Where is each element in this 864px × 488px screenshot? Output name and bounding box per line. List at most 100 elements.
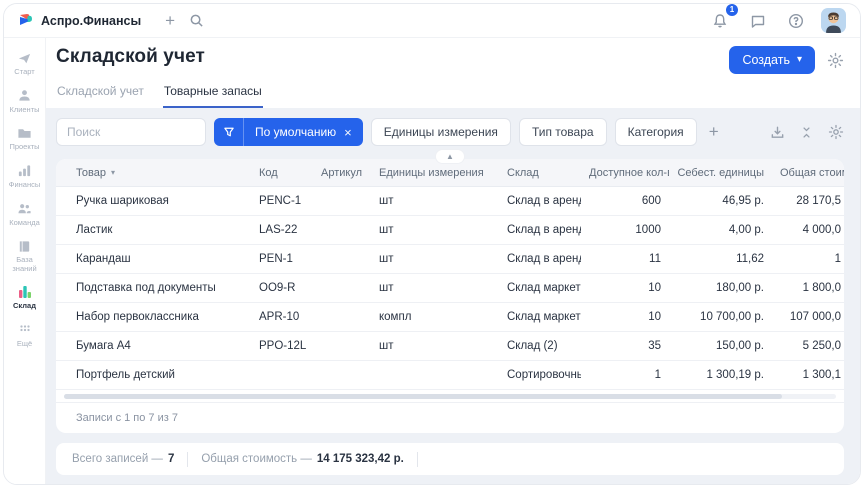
- sidebar-item-team[interactable]: Команда: [4, 199, 46, 230]
- horizontal-scrollbar[interactable]: [64, 394, 836, 399]
- table-row[interactable]: ЛастикLAS-22штСклад в аренде10004,00 р.4…: [56, 216, 844, 245]
- sidebar-item-clients[interactable]: Клиенты: [4, 86, 46, 117]
- sort-icon[interactable]: ▾: [111, 168, 115, 177]
- sidebar-item-knowledge-base[interactable]: База знаний: [4, 236, 46, 275]
- tab-inventory[interactable]: Товарные запасы: [163, 81, 263, 108]
- records-info: Записи с 1 по 7 из 7: [56, 402, 844, 433]
- total-cost: Общая стоимость — 14 175 323,42 р.: [201, 453, 404, 465]
- finance-icon: [17, 163, 33, 179]
- remove-filter-icon[interactable]: ×: [344, 125, 352, 140]
- table-cell: 1000: [581, 224, 669, 236]
- app-logo-icon: [18, 13, 34, 29]
- table-settings-gear-icon[interactable]: [828, 124, 844, 140]
- table-cell: PENC-1: [251, 195, 313, 207]
- table-cell: 11: [581, 253, 669, 265]
- search-input[interactable]: [56, 118, 206, 146]
- warehouse-icon: [17, 284, 33, 300]
- page-title: Складской учет: [56, 46, 205, 68]
- add-filter-icon[interactable]: +: [705, 122, 723, 142]
- table-cell: шт: [371, 224, 499, 236]
- column-header: Код: [251, 167, 313, 179]
- sidebar: Старт Клиенты Проекты Финансы: [4, 38, 46, 484]
- table-cell: Набор первоклассника: [56, 311, 251, 323]
- table-cell: 10 700,00 р.: [669, 311, 772, 323]
- table-cell: Склад (2): [499, 340, 581, 352]
- summary-bar: Всего записей — 7 Общая стоимость — 14 1…: [56, 443, 844, 475]
- sidebar-item-finance[interactable]: Финансы: [4, 161, 46, 192]
- add-icon[interactable]: +: [157, 8, 183, 34]
- table-cell: Склад маркетплейса: [499, 282, 581, 294]
- column-header: Склад: [499, 167, 581, 179]
- table-cell: 4,00 р.: [669, 224, 772, 236]
- column-header[interactable]: Товар▾: [56, 167, 251, 179]
- filter-chip-units[interactable]: Единицы измерения: [371, 118, 511, 146]
- table-cell: 180,00 р.: [669, 282, 772, 294]
- table-cell: 150,00 р.: [669, 340, 772, 352]
- main-area: Складской учет Создать ▾: [46, 38, 860, 484]
- table-cell: 1: [581, 369, 669, 381]
- create-button[interactable]: Создать ▾: [729, 46, 815, 74]
- user-avatar[interactable]: [821, 8, 846, 33]
- sidebar-item-projects[interactable]: Проекты: [4, 123, 46, 154]
- chat-icon[interactable]: [745, 8, 771, 34]
- sidebar-item-start[interactable]: Старт: [4, 48, 46, 79]
- brand-name: Аспро.Финансы: [41, 14, 141, 28]
- table-cell: 1: [772, 253, 844, 265]
- table-cell: APR-10: [251, 311, 313, 323]
- export-download-icon[interactable]: [770, 125, 785, 140]
- sidebar-item-warehouse[interactable]: Склад: [4, 282, 46, 313]
- table-wrapper: ▲ Товар▾КодАртикулЕдиницы измеренияСклад…: [56, 159, 844, 433]
- filter-bar: По умолчанию × Единицы измерения Тип тов…: [56, 118, 844, 146]
- table-row[interactable]: Бумага А4PPO-12LштСклад (2)35150,00 р.5 …: [56, 332, 844, 361]
- table-cell: Склад в аренде: [499, 195, 581, 207]
- settings-gear-icon[interactable]: [827, 52, 844, 69]
- table-cell: компл: [371, 311, 499, 323]
- table-cell: PPO-12L: [251, 340, 313, 352]
- filter-chip-product-type[interactable]: Тип товара: [519, 118, 607, 146]
- help-icon[interactable]: [783, 8, 809, 34]
- table-cell: OO9-R: [251, 282, 313, 294]
- inventory-table: Товар▾КодАртикулЕдиницы измеренияСкладДо…: [56, 159, 844, 433]
- sidebar-item-more[interactable]: Ещё: [4, 320, 46, 351]
- search-icon[interactable]: [183, 8, 209, 34]
- page-header: Складской учет Создать ▾: [46, 38, 860, 108]
- table-cell: PEN-1: [251, 253, 313, 265]
- table-row[interactable]: Набор первоклассникаAPR-10комплСклад мар…: [56, 303, 844, 332]
- table-cell: 35: [581, 340, 669, 352]
- chevron-down-icon: ▾: [797, 55, 802, 65]
- clients-icon: [17, 88, 33, 104]
- collapse-table-button[interactable]: ▲: [435, 149, 465, 164]
- notification-badge: 1: [726, 4, 738, 16]
- start-icon: [17, 50, 33, 66]
- table-row[interactable]: Портфель детскийСортировочный скла11 300…: [56, 361, 844, 390]
- filter-chip-category[interactable]: Категория: [615, 118, 697, 146]
- column-header: Артикул: [313, 167, 371, 179]
- table-cell: 1 300,1: [772, 369, 844, 381]
- column-header: Единицы измерения: [371, 167, 499, 179]
- table-cell: Склад в аренде: [499, 224, 581, 236]
- app-window: Аспро.Финансы + 1: [3, 3, 861, 485]
- column-header: Доступное кол-во: [581, 167, 669, 179]
- projects-icon: [17, 125, 33, 141]
- table-row[interactable]: Ручка шариковаяPENC-1штСклад в аренде600…: [56, 187, 844, 216]
- table-row[interactable]: Подставка под документыOO9-RштСклад марк…: [56, 274, 844, 303]
- more-dots-icon: [17, 322, 33, 338]
- notifications-bell-icon[interactable]: 1: [707, 8, 733, 34]
- collapse-rows-icon[interactable]: [800, 126, 813, 139]
- team-icon: [17, 201, 33, 217]
- table-cell: 1 300,19 р.: [669, 369, 772, 381]
- brand[interactable]: Аспро.Финансы: [18, 13, 141, 29]
- table-cell: 10: [581, 311, 669, 323]
- divider: [187, 452, 188, 467]
- column-header: Себест. единицы: [669, 167, 772, 179]
- tab-warehouse-accounting[interactable]: Складской учет: [56, 81, 145, 108]
- default-filter-chip[interactable]: По умолчанию ×: [214, 118, 363, 146]
- table-cell: шт: [371, 340, 499, 352]
- table-row[interactable]: КарандашPEN-1штСклад в аренде1111,621: [56, 245, 844, 274]
- scrollbar-thumb[interactable]: [64, 394, 782, 399]
- table-cell: 28 170,5: [772, 195, 844, 207]
- table-cell: Ручка шариковая: [56, 195, 251, 207]
- table-cell: 107 000,0: [772, 311, 844, 323]
- table-cell: шт: [371, 282, 499, 294]
- table-cell: 46,95 р.: [669, 195, 772, 207]
